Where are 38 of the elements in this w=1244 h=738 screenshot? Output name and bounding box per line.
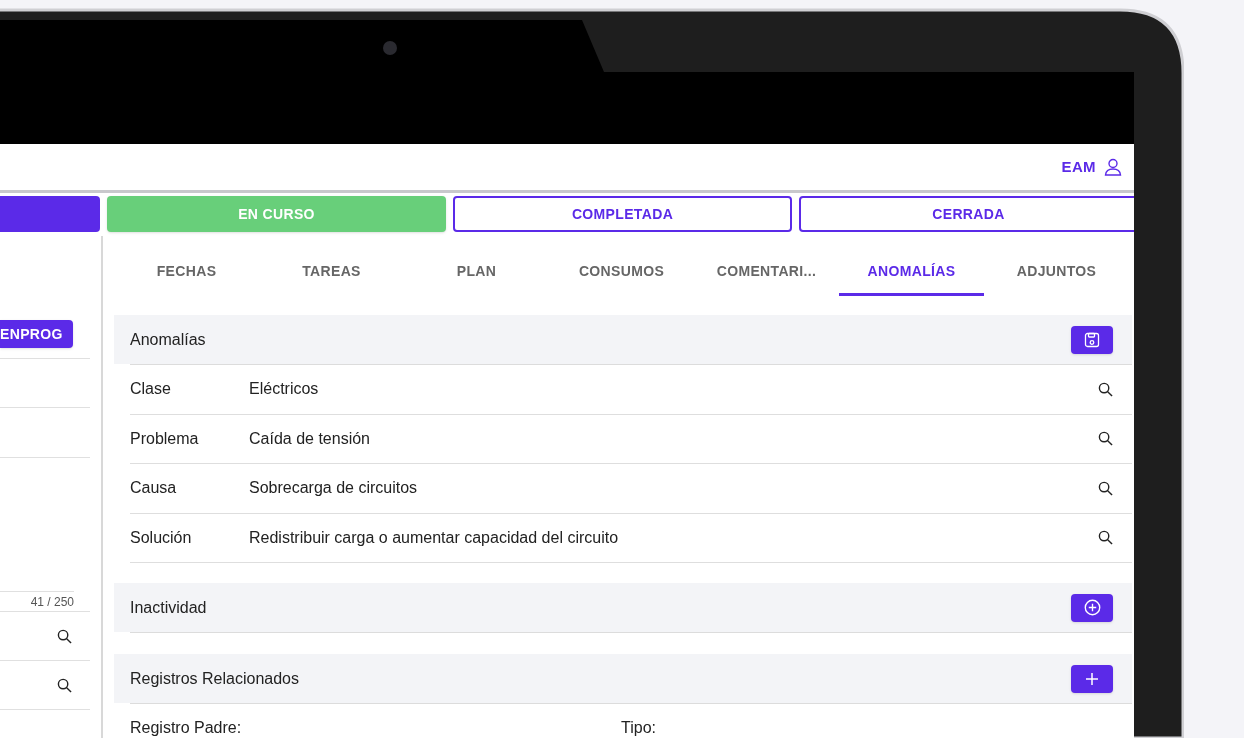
tab[interactable]: COMENTARI... — [694, 250, 839, 296]
status-button[interactable]: CERRADA — [799, 196, 1134, 232]
user-name: EAM — [1061, 156, 1096, 177]
field-value: Redistribuir carga o aumentar capacidad del circuito — [249, 527, 620, 548]
save-button[interactable] — [1071, 325, 1113, 354]
search-icon[interactable] — [1098, 530, 1113, 546]
character-counter: 41 / 250 — [30, 593, 74, 611]
search-icon[interactable] — [1098, 381, 1113, 397]
tab[interactable]: TAREAS — [259, 250, 404, 296]
save-icon — [1084, 331, 1100, 348]
search-icon[interactable] — [1098, 480, 1113, 496]
status-button[interactable]: COMPLETADA — [453, 196, 792, 232]
field-label: Registro Padre: — [130, 718, 243, 738]
field-value: Eléctricos — [249, 379, 320, 400]
search-icon[interactable] — [57, 677, 72, 693]
plus-icon — [1085, 671, 1099, 686]
add-circle-icon — [1083, 599, 1101, 616]
status-button[interactable]: ENPROG — [0, 320, 73, 348]
section-title: Registros Relacionados — [130, 668, 299, 689]
field-label: Problema — [130, 428, 200, 449]
user-icon[interactable] — [1104, 158, 1122, 176]
tab[interactable]: ANOMALÍAS — [839, 250, 984, 296]
search-icon[interactable] — [57, 628, 72, 644]
search-icon[interactable] — [1098, 431, 1113, 447]
field-label: Causa — [130, 478, 178, 499]
field-label: Clase — [130, 379, 172, 400]
field-label: Tipo: — [621, 718, 657, 738]
tab[interactable]: ADJUNTOS — [984, 250, 1129, 296]
tab[interactable]: CONSUMOS — [549, 250, 694, 296]
add-button[interactable] — [1071, 664, 1113, 693]
field-value: Sobrecarga de circuitos — [249, 478, 419, 499]
tab[interactable]: FECHAS — [114, 250, 259, 296]
add-button[interactable] — [1071, 593, 1113, 622]
section-title: Anomalías — [130, 329, 206, 350]
section-title: Inactividad — [130, 597, 207, 618]
tab[interactable]: PLAN — [404, 250, 549, 296]
field-label: Solución — [130, 527, 193, 548]
field-value: Caída de tensión — [249, 428, 371, 449]
